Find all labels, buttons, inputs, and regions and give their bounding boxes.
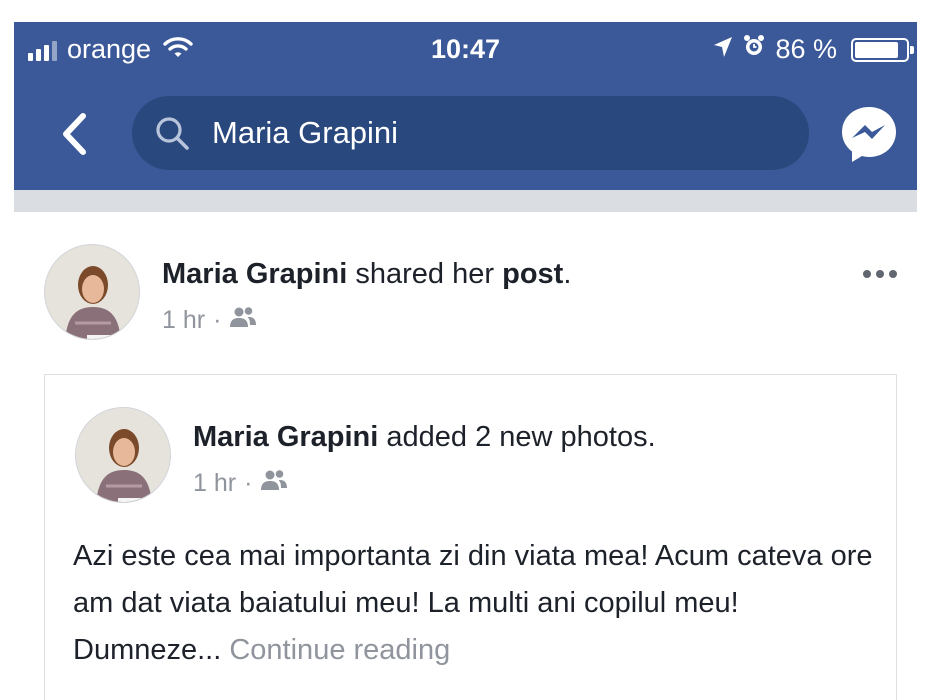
battery-fill — [855, 41, 898, 58]
post-action-object[interactable]: post — [502, 258, 563, 290]
friends-icon — [260, 469, 288, 498]
phone-screen: orange 10:47 86 % Maria Grapini Maria Gr… — [14, 22, 917, 700]
header-divider — [14, 190, 917, 212]
post-body: Azi este cea mai importanta zi din viata… — [73, 533, 893, 674]
continue-reading-link[interactable]: Continue reading — [229, 634, 450, 666]
battery-percent: 86 % — [775, 34, 837, 64]
post-time[interactable]: 1 hr — [162, 306, 205, 335]
shared-post-action: added 2 new photos. — [386, 421, 656, 453]
search-input[interactable]: Maria Grapini — [132, 96, 809, 170]
avatar[interactable] — [44, 244, 140, 340]
post-title: Maria Grapini shared her post. — [162, 258, 571, 291]
search-query: Maria Grapini — [212, 115, 399, 150]
status-bar: orange 10:47 86 % — [14, 22, 917, 80]
back-button[interactable] — [54, 110, 94, 158]
shared-post-author[interactable]: Maria Grapini — [193, 421, 378, 453]
back-chevron-icon — [63, 113, 86, 155]
shared-post-title: Maria Grapini added 2 new photos. — [193, 421, 656, 454]
post-body-text: Azi este cea mai importanta zi din viata… — [73, 540, 873, 666]
alarm-icon — [743, 34, 765, 65]
more-dot — [863, 270, 871, 278]
status-right: 86 % — [713, 34, 914, 65]
shared-post-card[interactable]: Maria Grapini added 2 new photos. 1 hr ·… — [44, 374, 897, 700]
more-dot — [889, 270, 897, 278]
messenger-button[interactable] — [839, 104, 899, 164]
more-options-button[interactable] — [863, 270, 897, 278]
friends-icon — [229, 306, 257, 335]
post-title-period: . — [563, 258, 572, 290]
messenger-icon — [842, 107, 896, 162]
battery-nub — [910, 45, 914, 54]
battery-icon — [851, 37, 914, 62]
nav-row: Maria Grapini — [14, 92, 917, 176]
shared-post-time[interactable]: 1 hr — [193, 469, 236, 498]
post-author[interactable]: Maria Grapini — [162, 258, 347, 290]
post-meta: 1 hr · — [162, 306, 257, 335]
profile-photo — [45, 245, 139, 339]
post-action-text: shared her — [355, 258, 495, 290]
avatar[interactable] — [75, 407, 171, 503]
meta-dot: · — [213, 306, 222, 334]
meta-dot: · — [244, 469, 253, 497]
more-dot — [876, 270, 884, 278]
profile-photo — [76, 408, 170, 502]
app-header: orange 10:47 86 % Maria Grapini — [14, 22, 917, 190]
location-arrow-icon — [713, 34, 733, 65]
search-icon — [154, 115, 190, 151]
shared-post-meta: 1 hr · — [193, 469, 288, 498]
